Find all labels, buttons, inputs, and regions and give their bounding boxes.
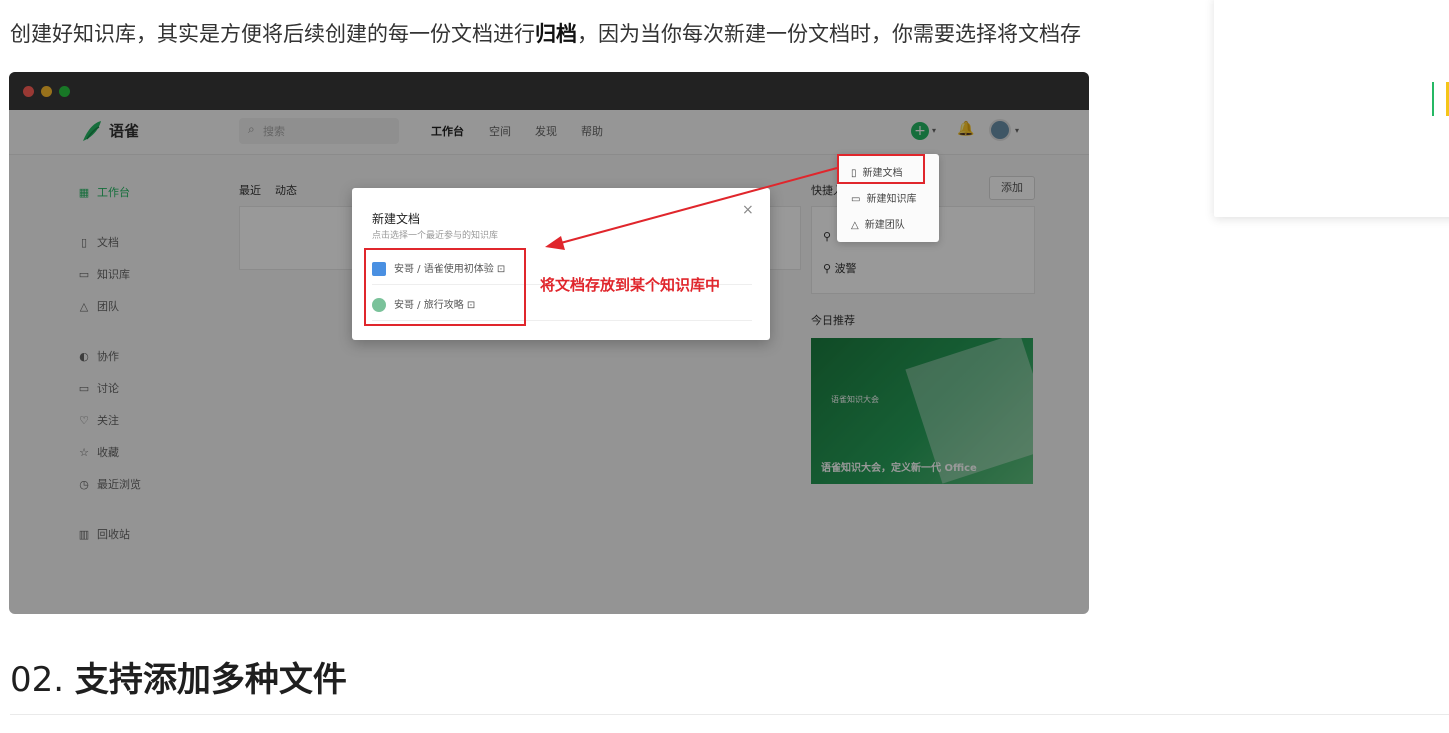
- intro-text-1: 创建好知识库，其实是方便将后续创建的每一份文档进行: [10, 22, 535, 46]
- section-heading: 02. 支持添加多种文件: [10, 656, 347, 704]
- section-divider: [10, 714, 1449, 715]
- intro-paragraph: 创建好知识库，其实是方便将后续创建的每一份文档进行归档，因为当你每次新建一份文档…: [10, 18, 1220, 50]
- embedded-screenshot: 语雀 ⌕ 搜索 工作台 空间 发现 帮助 + ▾ 🔔 ▾ ▦ 工作台 ▯ 文档 ▭ 知…: [9, 72, 1089, 614]
- intro-text-2: ，因为当你每次新建一份文档时，你需要选择将文档存: [577, 22, 1081, 46]
- floating-widget: [1214, 0, 1449, 217]
- annotation-arrow: [545, 167, 838, 250]
- section-number: 02.: [10, 660, 65, 700]
- widget-green-bar: [1432, 82, 1434, 116]
- section-title: 支持添加多种文件: [74, 660, 347, 700]
- intro-bold: 归档: [535, 22, 577, 46]
